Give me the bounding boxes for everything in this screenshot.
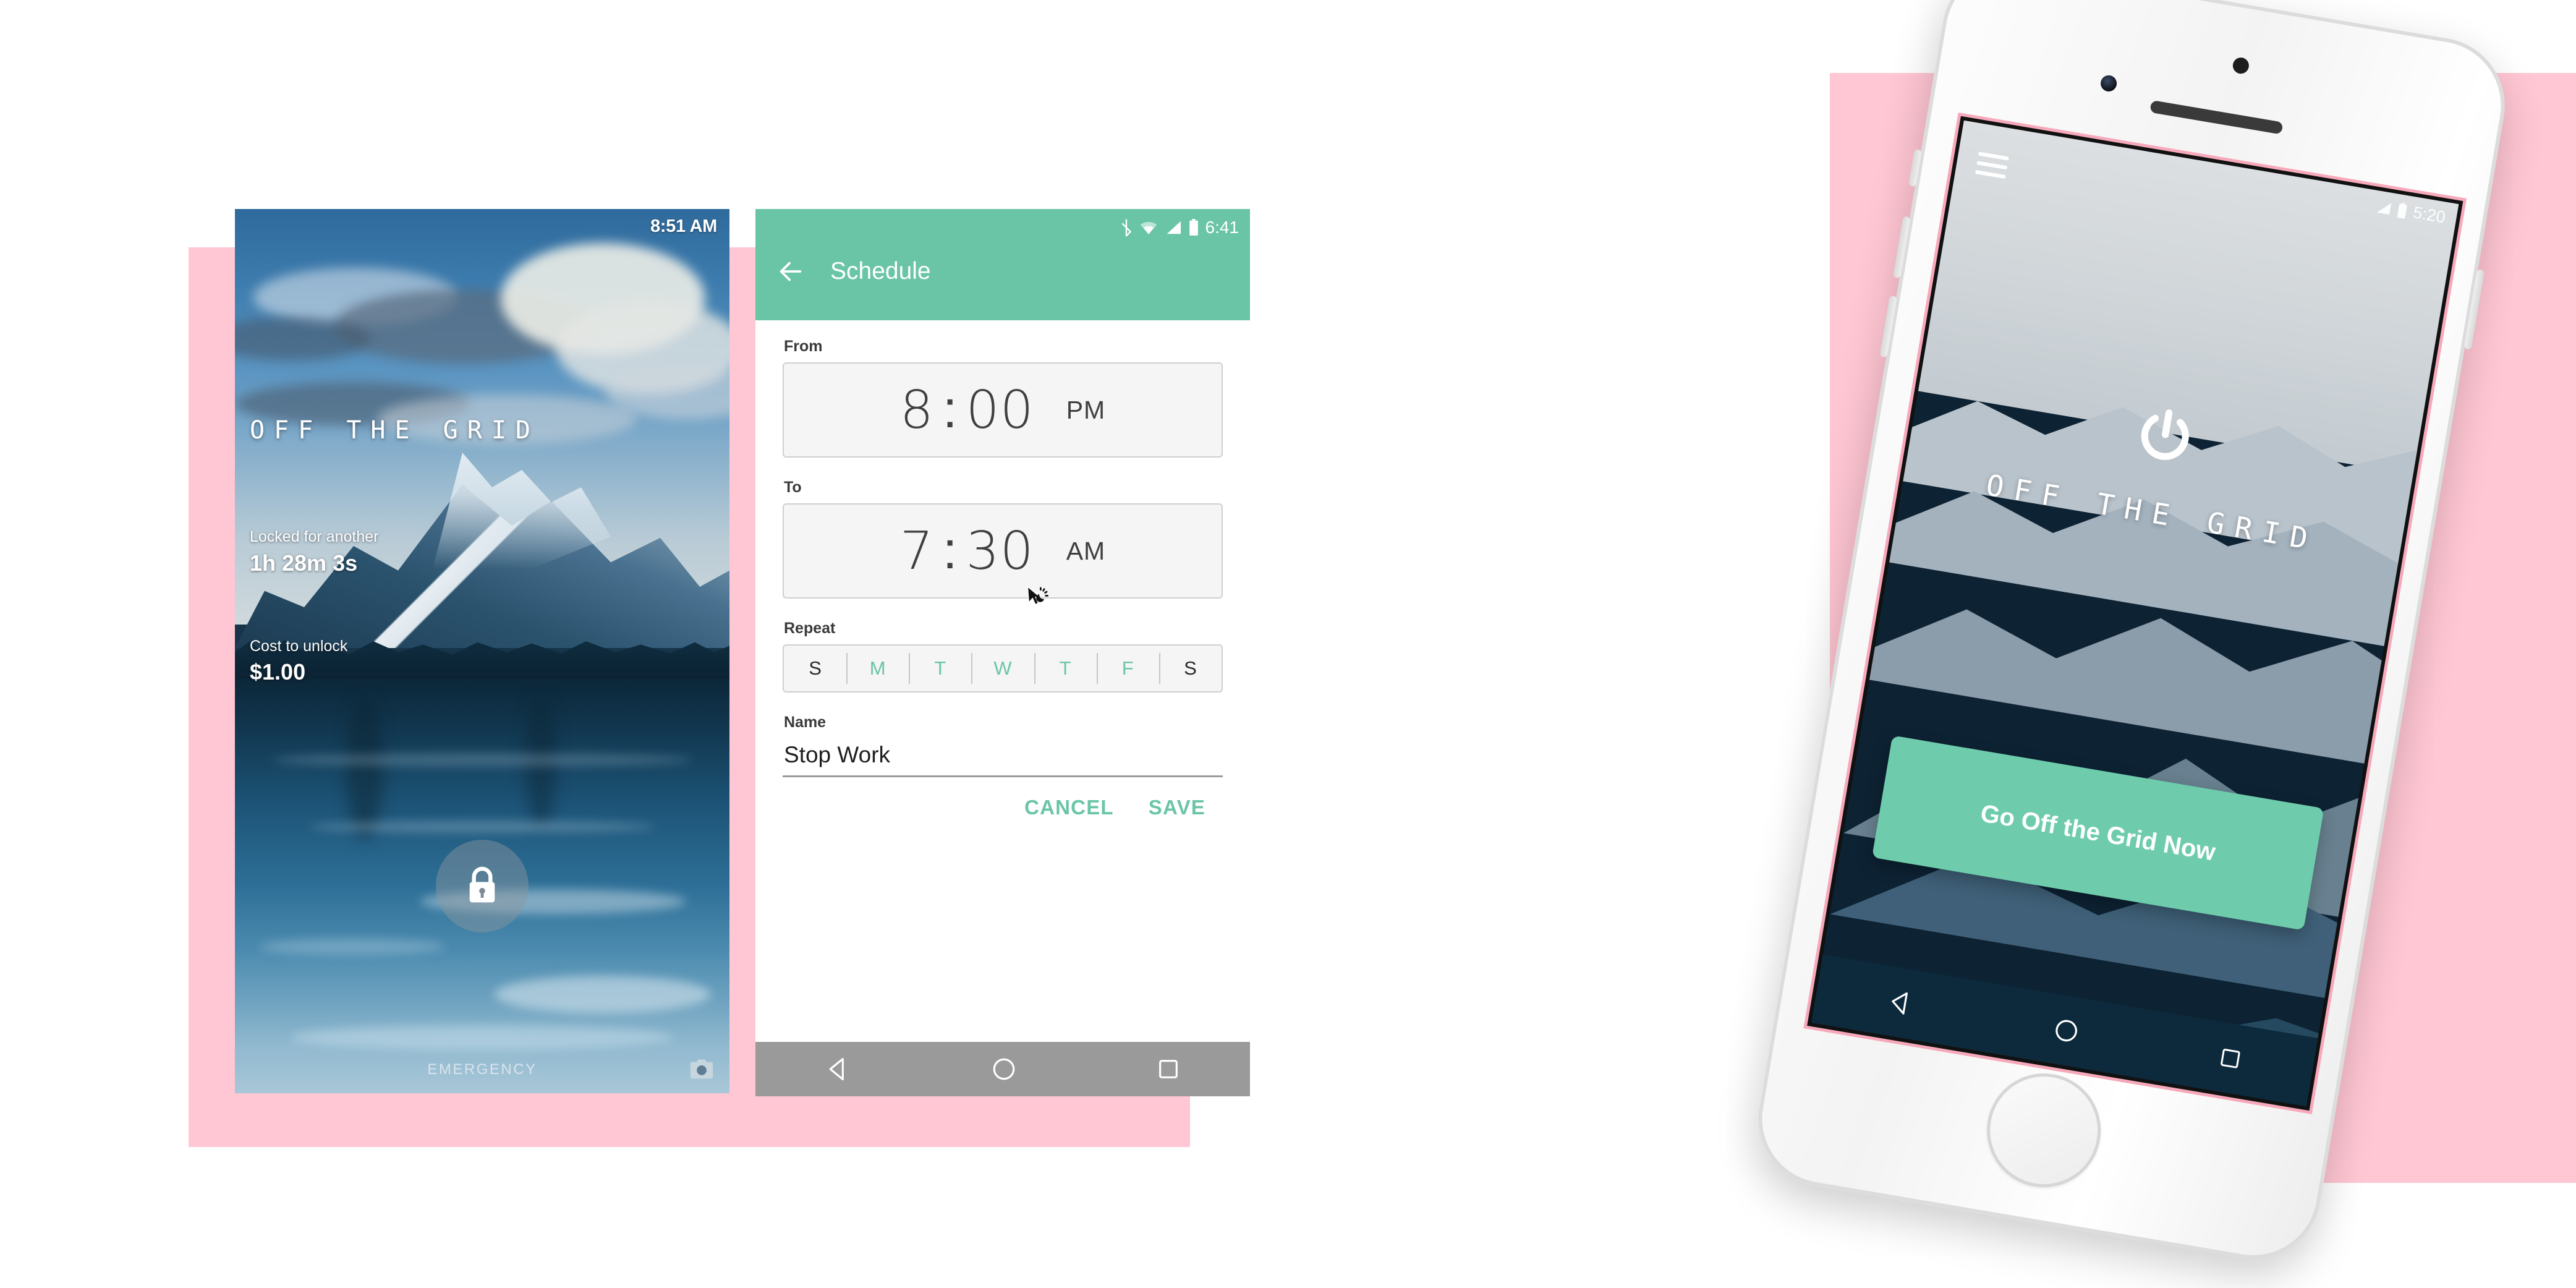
- from-minute[interactable]: 00: [966, 380, 1034, 441]
- camera-icon[interactable]: [687, 1055, 716, 1083]
- app-bar-title: Schedule: [830, 258, 931, 284]
- signal-icon: [2377, 202, 2392, 215]
- hamburger-menu-icon[interactable]: [1974, 151, 2010, 184]
- recents-nav-icon[interactable]: [1156, 1057, 1181, 1081]
- arrow-back-icon[interactable]: [776, 257, 805, 286]
- repeat-label: Repeat: [784, 620, 836, 637]
- repeat-day-tue[interactable]: T: [909, 646, 971, 691]
- right-composition: 5:20 OFF THE GRID Go Off the Grid Now: [1298, 0, 2576, 1288]
- repeat-day-selector[interactable]: S M T W T F S: [783, 644, 1223, 693]
- lock-screen-mockup: 8:51 AM OFF THE GRID Locked for another …: [235, 209, 729, 1093]
- name-label: Name: [784, 714, 827, 731]
- repeat-day-wed[interactable]: W: [971, 646, 1034, 691]
- signal-icon: [1167, 221, 1181, 234]
- emergency-label[interactable]: EMERGENCY: [235, 1061, 729, 1078]
- wifi-icon: [1140, 221, 1157, 234]
- to-time-separator: :: [942, 521, 958, 580]
- from-hour[interactable]: 8: [900, 380, 934, 441]
- repeat-day-fri[interactable]: F: [1096, 646, 1159, 691]
- recents-nav-icon[interactable]: [2217, 1045, 2244, 1072]
- repeat-day-sat[interactable]: S: [1158, 646, 1222, 691]
- android-nav-bar: [755, 1042, 1250, 1096]
- lockscreen-brand: OFF THE GRID: [250, 416, 540, 445]
- to-hour[interactable]: 7: [900, 521, 934, 582]
- lock-icon: [469, 866, 495, 903]
- back-nav-icon[interactable]: [1885, 987, 1916, 1018]
- left-composition: 8:51 AM OFF THE GRID Locked for another …: [0, 0, 1298, 1288]
- to-time-field[interactable]: 7 : 30 AM: [783, 503, 1223, 599]
- save-button[interactable]: SAVE: [1149, 796, 1205, 819]
- locked-for-another-value: 1h 28m 3s: [250, 550, 358, 576]
- lockscreen-clock: 8:51 AM: [650, 216, 717, 236]
- home-nav-icon[interactable]: [991, 1056, 1017, 1082]
- busy-cursor-icon: [1027, 585, 1048, 605]
- to-minute[interactable]: 30: [966, 521, 1034, 582]
- back-nav-icon[interactable]: [825, 1056, 852, 1083]
- app-bar: 6:41 Schedule: [755, 209, 1250, 320]
- home-nav-icon[interactable]: [2051, 1016, 2081, 1046]
- status-bar: 6:41: [1120, 218, 1239, 237]
- repeat-day-thu[interactable]: T: [1034, 646, 1097, 691]
- from-time-field[interactable]: 8 : 00 PM: [783, 362, 1223, 458]
- cost-to-unlock-label: Cost to unlock: [250, 638, 348, 655]
- name-input[interactable]: Stop Work: [783, 738, 1223, 777]
- go-off-the-grid-now-label: Go Off the Grid Now: [1978, 799, 2217, 866]
- battery-icon: [2397, 202, 2408, 219]
- battery-icon: [1189, 219, 1198, 236]
- from-label: From: [784, 338, 823, 355]
- bluetooth-icon: [1121, 219, 1131, 237]
- to-label: To: [784, 479, 802, 496]
- locked-for-another-label: Locked for another: [250, 528, 379, 545]
- cancel-button[interactable]: CANCEL: [1024, 796, 1114, 819]
- from-time-separator: :: [942, 380, 958, 439]
- cost-to-unlock-value: $1.00: [250, 659, 306, 685]
- repeat-day-mon[interactable]: M: [846, 646, 909, 691]
- status-bar-time: 6:41: [1205, 218, 1239, 237]
- from-meridiem[interactable]: PM: [1066, 396, 1106, 425]
- power-icon: [2141, 409, 2189, 460]
- schedule-app-mockup: 6:41 Schedule From 8 : 00 PM To 7 : 30 A…: [755, 209, 1250, 1096]
- repeat-day-sun[interactable]: S: [784, 646, 846, 691]
- to-meridiem[interactable]: AM: [1066, 537, 1106, 566]
- unlock-button[interactable]: [436, 840, 529, 932]
